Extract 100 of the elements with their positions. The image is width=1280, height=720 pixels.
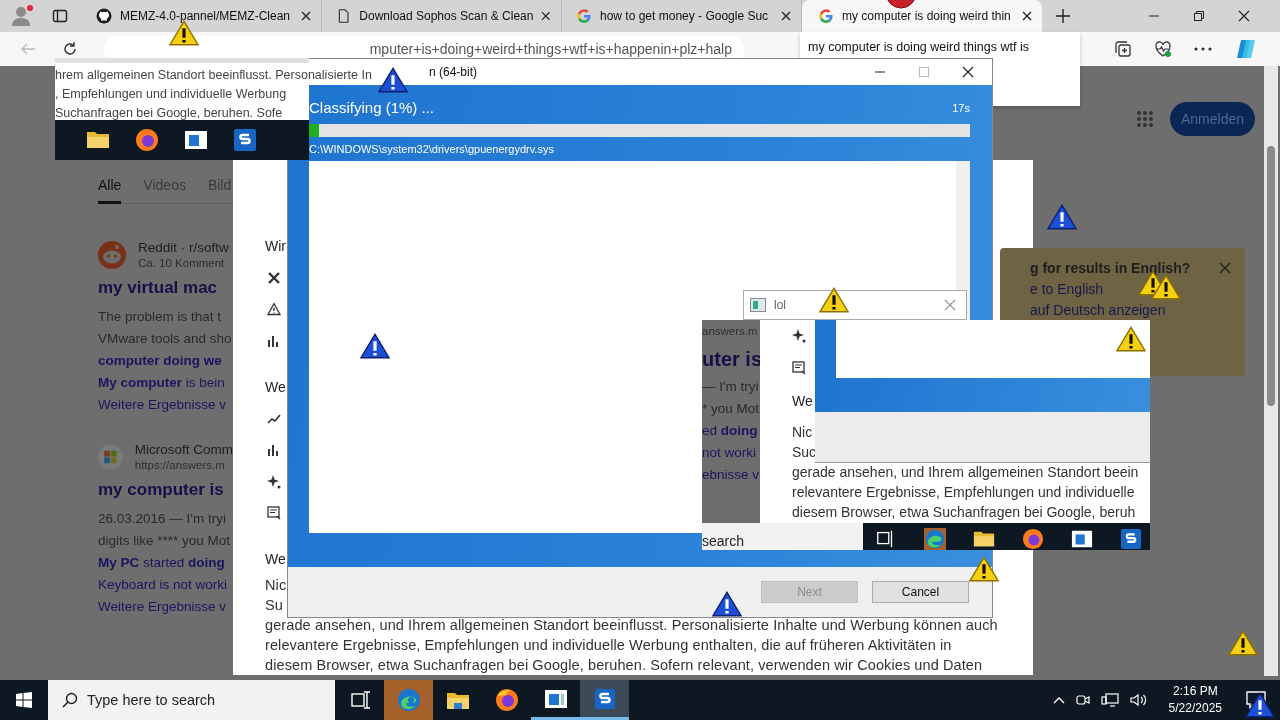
clock-date[interactable]: 5/22/2025 bbox=[1168, 700, 1222, 717]
close-icon[interactable] bbox=[781, 11, 791, 21]
app-icon bbox=[184, 128, 208, 152]
sparkle-icon bbox=[792, 329, 806, 343]
bar-chart-icon[interactable] bbox=[267, 334, 279, 347]
reload-icon[interactable] bbox=[62, 41, 78, 57]
google-icon bbox=[818, 8, 834, 24]
panel-text-line: Nic bbox=[265, 576, 287, 596]
taskbar-app[interactable] bbox=[580, 680, 629, 720]
panel-text-line: diesem Browser, etwa Suchanfragen bei Google, beruh bbox=[792, 503, 1136, 522]
result-text: — I'm tryi bbox=[702, 378, 760, 396]
window-title: n (64-bit) bbox=[429, 65, 478, 79]
firefox-icon bbox=[135, 128, 159, 152]
scan-status: Classifying (1%) ... bbox=[309, 99, 435, 116]
result-title[interactable]: my computer is bbox=[98, 480, 233, 500]
panel-text-line: diesem Browser, etwa Suchanfragen bei Google, beruhen. Sofern relevant, verwenden wir Cookies und Daten bbox=[265, 656, 983, 676]
panel-text-line: gerade ansehen, und Ihrem allgemeinen Standort beeinflusst. Personalisierte Inhalte und Werbung können auch bbox=[265, 616, 998, 636]
language-link[interactable]: e to English bbox=[1030, 281, 1231, 297]
language-link[interactable]: auf Deutsch anzeigen bbox=[1030, 302, 1231, 318]
card-title: g for results in English? bbox=[1030, 260, 1191, 276]
file-path: C:\WINDOWS\system32\drivers\gpuenergydrv.sys bbox=[309, 143, 555, 155]
notification-icon[interactable] bbox=[1246, 691, 1266, 709]
task-view-icon bbox=[349, 691, 370, 709]
edge-icon bbox=[396, 688, 421, 712]
panel-text-line: Su bbox=[265, 596, 283, 616]
warning-icon bbox=[360, 332, 390, 360]
profile-icon[interactable] bbox=[10, 4, 34, 28]
result-meta: https://answers.m bbox=[134, 459, 226, 471]
chevron-up-icon[interactable] bbox=[1052, 696, 1065, 704]
sophos-icon bbox=[1120, 528, 1142, 550]
panel-heading: We bbox=[792, 392, 813, 411]
trend-icon[interactable] bbox=[267, 412, 281, 425]
result-link[interactable]: computer doing we bbox=[98, 350, 233, 372]
panel-text-line: relevantere Ergebnisse, Empfehlungen und individuelle Werbung enthalten, die auf früheren Aktivitäten in bbox=[265, 636, 952, 656]
apps-grid-icon[interactable] bbox=[1136, 110, 1154, 128]
document-icon bbox=[336, 8, 352, 24]
result-link[interactable]: Weitere Ergebnisse v bbox=[98, 596, 233, 618]
warning-icon bbox=[819, 286, 849, 314]
tools-icon[interactable] bbox=[267, 270, 281, 285]
news-icon[interactable] bbox=[267, 506, 281, 521]
firefox-icon bbox=[494, 688, 519, 712]
panel-text-line: Suc bbox=[792, 443, 817, 462]
github-icon bbox=[96, 8, 112, 24]
app-window-icon bbox=[750, 298, 766, 312]
panel-text-line: Nic bbox=[792, 423, 813, 442]
search-tab[interactable]: Alle bbox=[98, 170, 122, 204]
result-link[interactable]: Keyboard is not worki bbox=[98, 574, 233, 596]
result-text: ebnisse v bbox=[702, 466, 760, 484]
result-snippet: 26.03.2016 — I'm tryi bbox=[98, 510, 227, 528]
windows-logo-icon bbox=[98, 442, 123, 471]
result-meta: Ca. 10 Komment bbox=[138, 257, 226, 269]
warning-icon bbox=[378, 66, 408, 94]
result-link[interactable]: Weitere Ergebnisse v bbox=[98, 394, 233, 416]
result-source: Reddit · r/softw bbox=[138, 240, 229, 255]
panel-heading: Wir bbox=[265, 237, 286, 256]
clock-time[interactable]: 2:16 PM bbox=[1172, 683, 1218, 700]
result-title[interactable]: my virtual mac bbox=[98, 278, 233, 298]
bar-chart-icon[interactable] bbox=[267, 444, 279, 457]
panel-text-line: gerade ansehen, und Ihrem allgemeinen Standort beein bbox=[792, 463, 1139, 482]
close-icon[interactable] bbox=[962, 66, 974, 78]
sparkle-icon[interactable] bbox=[267, 474, 281, 489]
volume-icon[interactable] bbox=[1128, 692, 1147, 708]
result-text: not worki bbox=[702, 444, 758, 462]
restore-icon[interactable] bbox=[1193, 10, 1205, 22]
network-icon[interactable] bbox=[1100, 692, 1119, 708]
search-field[interactable]: Type here to search bbox=[48, 680, 335, 720]
collections-icon[interactable] bbox=[1114, 40, 1132, 58]
close-icon[interactable] bbox=[301, 11, 311, 21]
google-icon bbox=[576, 8, 592, 24]
panel-text-line: relevantere Ergebnisse, Empfehlungen und individuelle bbox=[792, 483, 1135, 502]
suggestion-item[interactable]: my computer is doing weird things wtf is bbox=[808, 40, 1029, 54]
shield-s-icon bbox=[593, 687, 616, 710]
windows-start-icon[interactable] bbox=[16, 692, 32, 708]
result-snippet: The problem is that t bbox=[98, 308, 223, 326]
window-app-icon bbox=[543, 688, 568, 709]
app-icon bbox=[1071, 528, 1093, 550]
browser-tab[interactable]: my computer is doing weird thin bbox=[802, 0, 1042, 32]
result-link[interactable]: My PC started doing bbox=[98, 552, 233, 574]
result-snippet: digits like **** you Mot bbox=[98, 532, 232, 550]
new-tab-icon[interactable] bbox=[1056, 9, 1070, 23]
alert-icon[interactable] bbox=[267, 302, 281, 317]
close-icon[interactable] bbox=[1022, 11, 1032, 21]
close-icon[interactable] bbox=[541, 11, 551, 21]
warning-icon bbox=[712, 590, 742, 618]
page-text-line: , Empfehlungen und individuelle Werbung bbox=[55, 86, 287, 103]
window-title: lol bbox=[774, 298, 786, 312]
tab-actions-icon[interactable] bbox=[52, 8, 68, 24]
warning-icon bbox=[1047, 203, 1077, 231]
heartbeat-icon[interactable] bbox=[1154, 40, 1172, 58]
more-icon[interactable] bbox=[1194, 47, 1212, 51]
copilot-icon[interactable] bbox=[1234, 37, 1258, 61]
result-link[interactable]: My computer is bein bbox=[98, 372, 233, 394]
edge-icon bbox=[924, 528, 946, 550]
page-text-line: Suchanfragen bei Google, beruhen. Sofe bbox=[55, 105, 283, 122]
camera-icon[interactable] bbox=[1074, 692, 1091, 708]
sign-in-button[interactable]: Anmelden bbox=[1170, 102, 1256, 136]
cancel-button[interactable]: Cancel bbox=[872, 581, 969, 603]
close-icon[interactable] bbox=[1238, 10, 1250, 22]
warning-icon bbox=[969, 555, 999, 583]
folder-icon bbox=[445, 690, 470, 710]
